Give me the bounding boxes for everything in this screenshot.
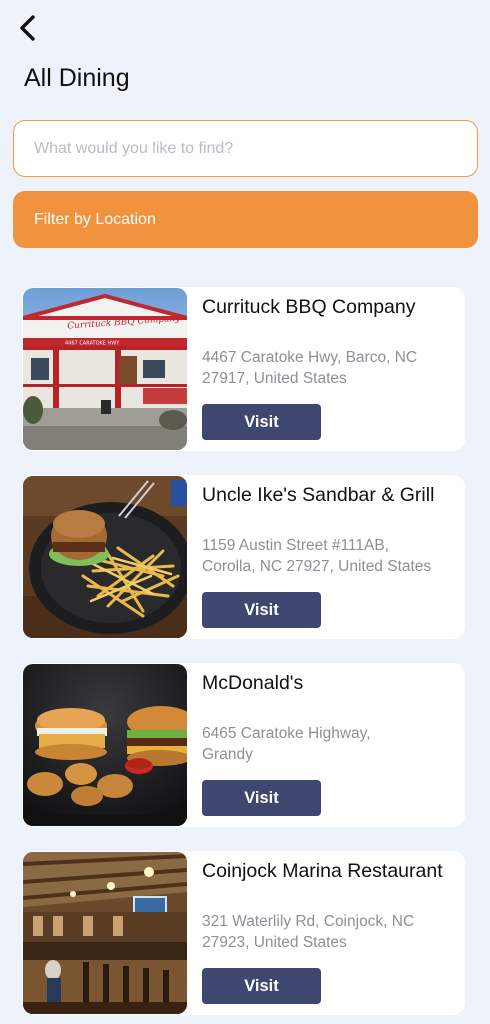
restaurant-address: 6465 Caratoke Highway, Grandy [202,723,454,767]
filter-by-location-button[interactable]: Filter by Location [13,191,478,248]
restaurant-card[interactable]: Uncle Ike's Sandbar & Grill 1159 Austin … [22,475,465,639]
restaurant-address: 4467 Caratoke Hwy, Barco, NC 27917, Unit… [202,347,454,391]
address-line-2: Corolla, NC 27927, United States [202,558,432,575]
dining-page: All Dining Filter by Location Currituck … [0,0,490,1024]
restaurant-photo [23,852,187,1014]
restaurant-name: Currituck BBQ Company [202,296,416,318]
search-input[interactable] [34,139,457,158]
address-line-2: 27917, United States [202,370,347,387]
sign-address: 4467 CARATOKE HWY [65,341,120,347]
address-line-1: 1159 Austin Street #111AB, [202,537,389,554]
chevron-left-icon [20,15,35,41]
page-title: All Dining [24,64,130,92]
restaurant-name: Coinjock Marina Restaurant [202,860,443,882]
visit-button[interactable]: Visit [202,404,321,440]
visit-button[interactable]: Visit [202,780,321,816]
restaurant-card[interactable]: McDonald's 6465 Caratoke Highway, Grandy… [22,663,465,827]
address-line-1: 6465 Caratoke Highway, [202,725,371,742]
visit-button[interactable]: Visit [202,968,321,1004]
restaurant-card[interactable]: Currituck BBQ Company 4467 CARATOKE HWY [22,287,465,451]
restaurant-name: Uncle Ike's Sandbar & Grill [202,484,435,506]
restaurant-address: 1159 Austin Street #111AB, Corolla, NC 2… [202,535,454,579]
filter-button-label: Filter by Location [34,210,156,228]
address-line-2: Grandy [202,746,253,763]
search-field[interactable] [13,120,478,177]
restaurant-card[interactable]: Coinjock Marina Restaurant 321 Waterlily… [22,851,465,1015]
restaurant-photo: Currituck BBQ Company 4467 CARATOKE HWY [23,288,187,450]
restaurant-address: 321 Waterlily Rd, Coinjock, NC 27923, Un… [202,911,454,955]
address-line-2: 27923, United States [202,934,347,951]
back-button[interactable] [14,12,42,44]
address-line-1: 321 Waterlily Rd, Coinjock, NC [202,913,415,930]
address-line-1: 4467 Caratoke Hwy, Barco, NC [202,349,418,366]
visit-button[interactable]: Visit [202,592,321,628]
restaurant-photo [23,664,187,826]
restaurant-photo [23,476,187,638]
restaurant-name: McDonald's [202,672,304,694]
